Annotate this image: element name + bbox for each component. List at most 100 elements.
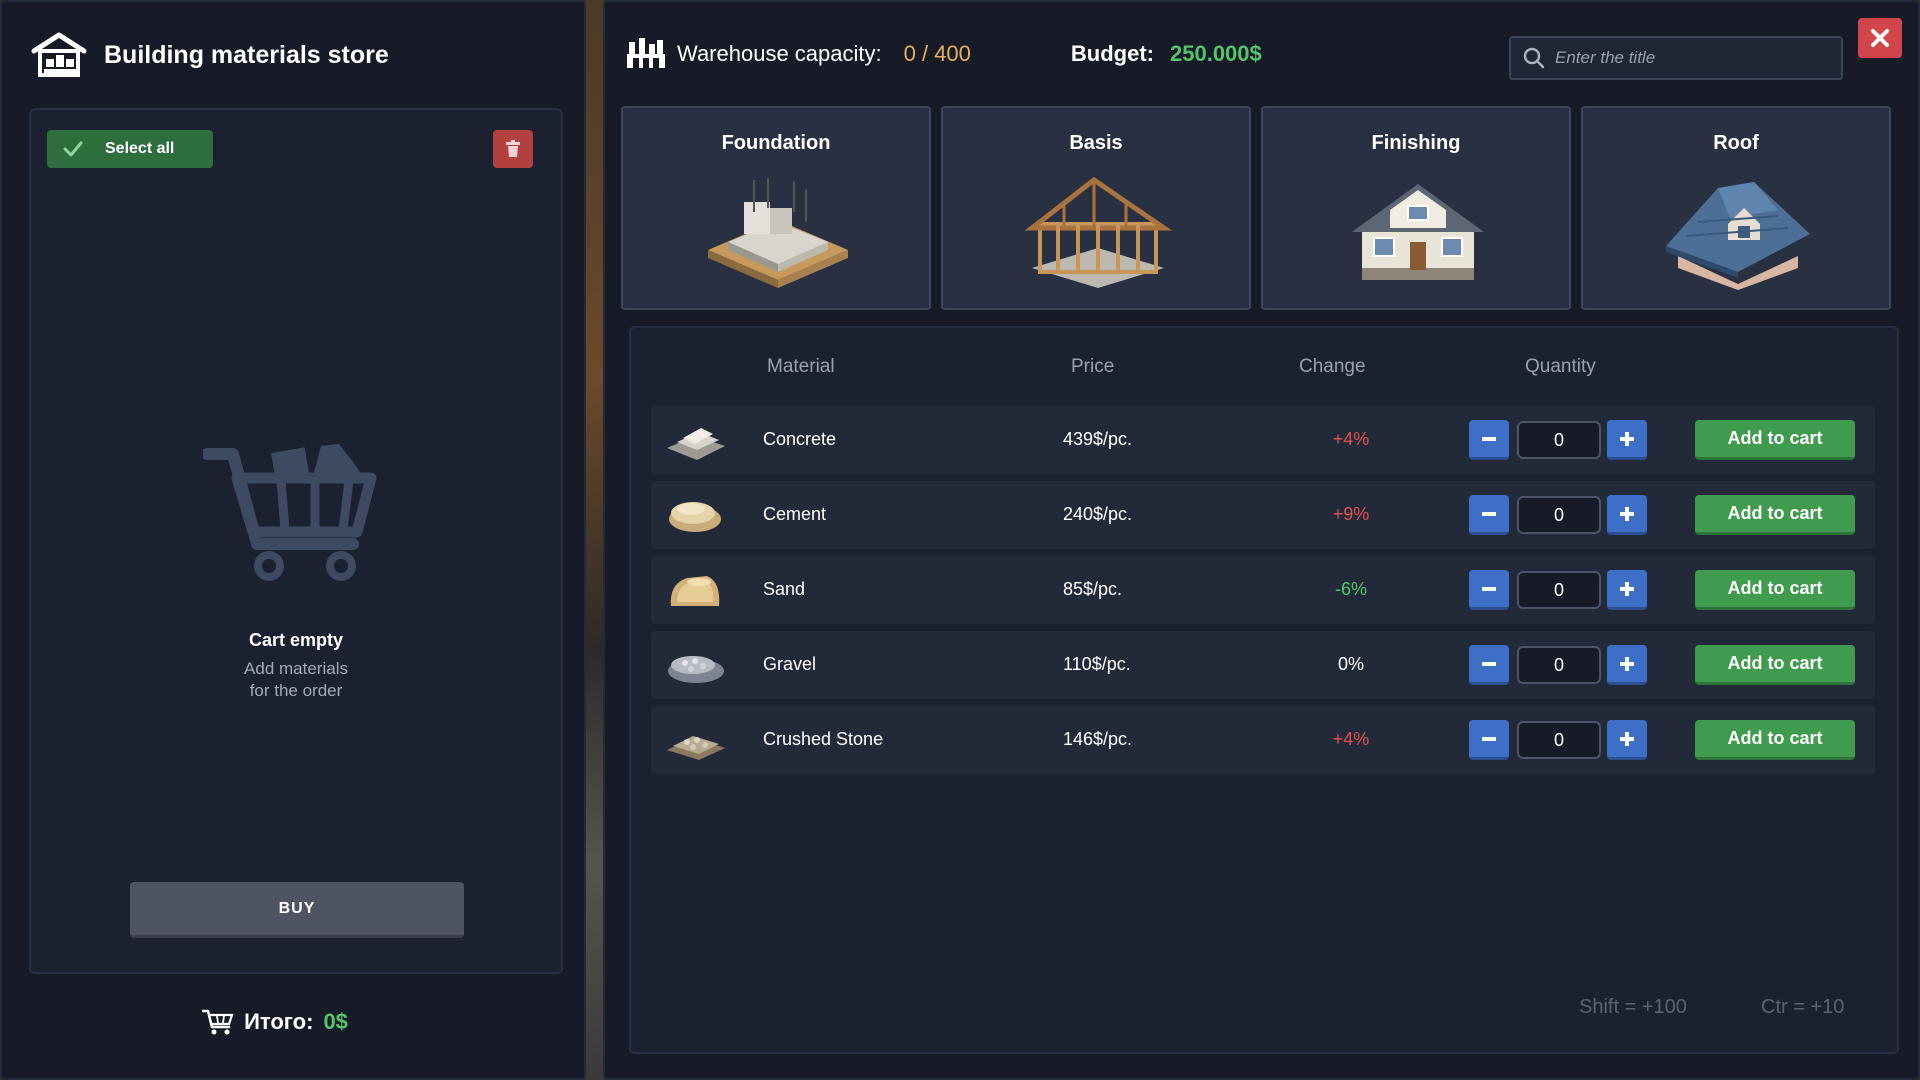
column-header-material: Material	[767, 356, 835, 377]
select-all-label: Select all	[105, 140, 175, 157]
empty-cart-subtitle: Add materials for the order	[31, 658, 561, 702]
quantity-input[interactable]	[1517, 721, 1601, 759]
quantity-input[interactable]	[1517, 496, 1601, 534]
material-change: +9%	[1332, 504, 1370, 524]
table-row: Crushed Stone 146$/pc. +4% Add to cart	[651, 706, 1875, 774]
material-price: 240$/pc.	[1063, 504, 1133, 524]
material-name: Gravel	[763, 654, 817, 674]
add-to-cart-button[interactable]: Add to cart	[1695, 645, 1855, 685]
category-tabs: Foundation Basis Finishing Roof	[621, 106, 1891, 310]
empty-cart-subtitle-line2: for the order	[249, 681, 343, 700]
material-price: 110$/pc.	[1063, 654, 1131, 674]
minus-icon	[1482, 736, 1496, 741]
search-box	[1509, 36, 1843, 80]
gravel-bag-icon	[668, 656, 724, 683]
empty-cart-subtitle-line1: Add materials	[244, 659, 348, 678]
empty-cart-title: Cart empty	[248, 630, 344, 650]
quantity-decrease-button[interactable]	[1469, 645, 1509, 685]
total-value: 0$	[323, 1009, 348, 1034]
plus-icon	[1620, 731, 1634, 746]
warehouse-value: 0 / 400	[903, 41, 971, 66]
store-panel: Warehouse capacity: 0 / 400 Budget: 250.…	[603, 0, 1920, 1080]
material-price: 439$/pc.	[1063, 429, 1133, 449]
cart-list: Select all Cart empty Add materials for …	[29, 108, 563, 974]
buy-button[interactable]: BUY	[130, 882, 464, 938]
shift-hint: Shift = +100	[1579, 996, 1687, 1018]
quantity-input[interactable]	[1517, 421, 1601, 459]
quantity-input[interactable]	[1517, 646, 1601, 684]
trash-icon	[506, 140, 520, 157]
minus-icon	[1482, 436, 1496, 441]
add-to-cart-button[interactable]: Add to cart	[1695, 495, 1855, 535]
quantity-input[interactable]	[1517, 571, 1601, 609]
table-row: Gravel 110$/pc. 0% Add to cart	[651, 631, 1875, 699]
material-name: Sand	[763, 579, 806, 599]
material-name: Cement	[763, 504, 827, 524]
material-change: -6%	[1334, 579, 1367, 599]
quantity-increase-button[interactable]	[1607, 720, 1647, 760]
close-button[interactable]	[1858, 18, 1902, 58]
minus-icon	[1482, 661, 1496, 666]
check-icon	[63, 141, 83, 157]
tab-foundation[interactable]: Foundation	[621, 106, 931, 310]
close-icon	[1871, 29, 1889, 47]
roof-icon	[1666, 182, 1810, 290]
table-row: Sand 85$/pc. -6% Add to cart	[651, 556, 1875, 624]
quantity-decrease-button[interactable]	[1469, 495, 1509, 535]
search-icon	[1523, 47, 1545, 69]
tab-basis-label: Basis	[1069, 132, 1123, 154]
search-input[interactable]	[1555, 48, 1825, 68]
add-to-cart-button[interactable]: Add to cart	[1695, 420, 1855, 460]
cart-total: Итого: 0$	[2, 1004, 588, 1040]
column-header-price: Price	[1071, 356, 1115, 377]
quantity-decrease-button[interactable]	[1469, 420, 1509, 460]
warehouse-label: Warehouse capacity:	[677, 41, 882, 66]
foundation-icon	[708, 178, 848, 288]
budget-label: Budget:	[1070, 41, 1154, 66]
tab-roof[interactable]: Roof	[1581, 106, 1891, 310]
quantity-decrease-button[interactable]	[1469, 570, 1509, 610]
materials-table: Material Price Change Quantity Concrete …	[629, 326, 1899, 1054]
material-change: +4%	[1332, 729, 1370, 749]
quantity-decrease-button[interactable]	[1469, 720, 1509, 760]
material-change: 0%	[1337, 654, 1364, 674]
warehouse-icon	[627, 38, 665, 68]
table-row: Cement 240$/pc. +9% Add to cart	[651, 481, 1875, 549]
select-all-button[interactable]: Select all	[47, 130, 213, 168]
store-header: Building materials store	[30, 30, 389, 80]
plus-icon	[1620, 581, 1634, 596]
add-to-cart-button[interactable]: Add to cart	[1695, 570, 1855, 610]
plus-icon	[1620, 431, 1634, 446]
cart-panel: Building materials store Select all Cart…	[0, 0, 586, 1080]
cement-sack-icon	[669, 502, 721, 532]
add-to-cart-button[interactable]: Add to cart	[1695, 720, 1855, 760]
concrete-bag-icon	[667, 428, 725, 460]
clear-cart-button[interactable]	[493, 130, 533, 168]
finished-house-icon	[1352, 184, 1484, 280]
column-header-quantity: Quantity	[1525, 356, 1596, 377]
page-title: Building materials store	[104, 40, 389, 69]
quantity-increase-button[interactable]	[1607, 495, 1647, 535]
material-price: 146$/pc.	[1063, 729, 1133, 749]
tab-finishing-label: Finishing	[1371, 132, 1461, 154]
material-name: Crushed Stone	[763, 729, 884, 749]
quantity-increase-button[interactable]	[1607, 570, 1647, 610]
material-price: 85$/pc.	[1063, 579, 1123, 599]
material-name: Concrete	[763, 429, 837, 449]
minus-icon	[1482, 586, 1496, 591]
crushed-stone-icon	[667, 736, 725, 760]
sand-sack-icon	[670, 576, 720, 606]
game-world-background	[585, 0, 605, 1080]
quantity-increase-button[interactable]	[1607, 645, 1647, 685]
tab-finishing[interactable]: Finishing	[1261, 106, 1571, 310]
house-frame-icon	[1024, 176, 1173, 288]
cart-icon	[202, 1009, 234, 1035]
tab-basis[interactable]: Basis	[941, 106, 1251, 310]
quantity-increase-button[interactable]	[1607, 420, 1647, 460]
plus-icon	[1620, 656, 1634, 671]
empty-cart-icon	[203, 444, 377, 581]
status-bar: Warehouse capacity: 0 / 400 Budget: 250.…	[625, 34, 1262, 74]
budget-value: 250.000$	[1170, 41, 1262, 66]
table-row: Concrete 439$/pc. +4% Add to cart	[651, 406, 1875, 474]
tab-foundation-label: Foundation	[721, 132, 831, 154]
